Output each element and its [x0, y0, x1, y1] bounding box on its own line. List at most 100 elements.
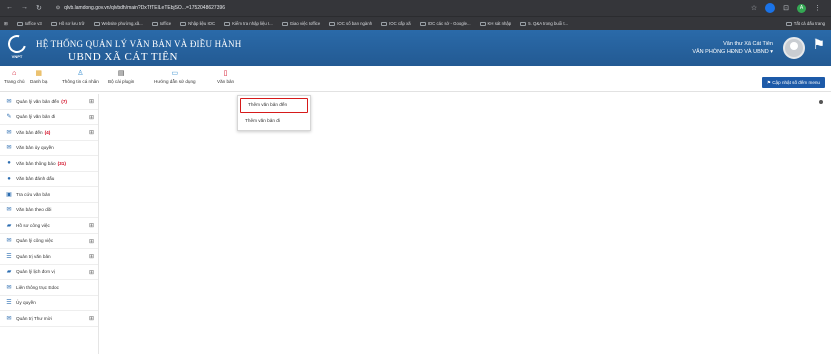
sidebar-item[interactable]: ✉ Quản trị Thư mời ⊞: [0, 311, 98, 327]
address-bar[interactable]: ⊙ qlvb.lamdong.gov.vn/qlvbdh/main?DxTfTE…: [56, 5, 225, 11]
bookmarks-bar: ⊞ Ioffice v3 Hồ sơ lưu trữ Website phườn…: [0, 16, 831, 30]
contacts-icon: ▦: [35, 70, 42, 77]
book-icon: ▰: [6, 269, 12, 276]
folder-icon: [16, 21, 23, 26]
update-counter-button[interactable]: ⚑ Cập nhật số đếm menu: [761, 77, 825, 88]
add-incoming-document[interactable]: Thêm văn bản đến: [240, 98, 308, 113]
sidebar-item-label: Văn bản đến: [16, 129, 43, 135]
expand-icon[interactable]: ⊞: [89, 238, 94, 245]
list-icon: ☰: [6, 300, 12, 307]
sidebar-item-label: Quản trị Thư mời: [16, 315, 52, 321]
sidebar-item[interactable]: ✉ Văn bản ủy quyền: [0, 141, 98, 156]
site-info-icon[interactable]: ⊙: [56, 5, 60, 11]
user-name: Văn thư Xã Cát Tiên: [723, 41, 773, 47]
bookmark-item[interactable]: Ioffice v3: [16, 21, 42, 26]
sidebar-item-label: Văn bản ủy quyền: [16, 145, 54, 151]
expand-icon[interactable]: ⊞: [89, 98, 94, 105]
star-icon[interactable]: ☆: [751, 4, 757, 12]
folder-icon: [93, 21, 100, 26]
sidebar-item-label: Văn bản theo dõi: [16, 207, 52, 213]
account-icon[interactable]: A: [797, 3, 806, 13]
folder-icon: [180, 21, 187, 26]
sidebar-item[interactable]: ✉ Quản lý công việc ⊞: [0, 234, 98, 249]
browser-toolbar: ← → ↻ ⊙ qlvb.lamdong.gov.vn/qlvbdh/main?…: [0, 0, 831, 16]
sidebar-item-label: Liên thông trục Edoc: [16, 284, 59, 290]
sidebar-item[interactable]: ☰ Ủy quyền: [0, 296, 98, 311]
settings-knob[interactable]: [819, 100, 823, 104]
sidebar-item-count: (7): [61, 98, 67, 104]
sidebar-item[interactable]: ✉ Liên thông trục Edoc: [0, 280, 98, 296]
list-icon: ☰: [6, 253, 12, 260]
extensions-icon[interactable]: ⊡: [783, 4, 789, 12]
expand-icon[interactable]: ⊞: [89, 269, 94, 276]
expand-icon[interactable]: ⊞: [89, 315, 94, 322]
sidebar-item-label: Ủy quyền: [16, 300, 36, 306]
folder-icon: [151, 21, 158, 26]
inbox-icon: ✉: [6, 238, 12, 245]
sidebar-item-count: (4): [44, 129, 51, 135]
toolbar-profile[interactable]: ♙ Thông tin cá nhân: [62, 69, 99, 84]
all-bookmarks[interactable]: Tất cả dấu trang: [785, 21, 831, 26]
add-outgoing-document[interactable]: Thêm văn bản đi: [238, 113, 310, 128]
bookmark-item[interactable]: 5. Q&A trong buổi t...: [520, 21, 568, 26]
toolbar-contacts[interactable]: ▦ Danh bạ: [30, 69, 47, 84]
sidebar-item[interactable]: ✎ Quản lý văn bản đi ⊞: [0, 110, 98, 125]
sidebar-item[interactable]: ● Văn bản đánh dấu: [0, 172, 98, 187]
menu-icon[interactable]: ⋮: [814, 4, 821, 12]
expand-icon[interactable]: ⊞: [89, 114, 94, 121]
folder-icon: [224, 21, 231, 26]
sidebar-item-label: Quản lý lịch đơn vị: [16, 269, 55, 275]
inbox-icon: ✉: [6, 284, 12, 291]
calendar-icon: ▤: [117, 70, 125, 77]
bookmark-item[interactable]: Ioffice: [151, 21, 171, 26]
avatar[interactable]: [783, 37, 805, 59]
user-info[interactable]: Văn thư Xã Cát Tiên VĂN PHÒNG HĐND VÀ UB…: [692, 40, 773, 56]
bookmark-item[interactable]: KH sát nhập: [479, 21, 511, 26]
sidebar-item[interactable]: ▰ Quản lý lịch đơn vị ⊞: [0, 265, 98, 280]
url-text: qlvb.lamdong.gov.vn/qlvbdh/main?DxTfTElL…: [64, 5, 226, 11]
reload-icon[interactable]: ↻: [36, 4, 42, 12]
bookmark-item[interactable]: Nhập liệu IOC: [180, 21, 215, 26]
toolbar-help[interactable]: ▭ Hướng dẫn sử dụng: [154, 69, 196, 84]
sidebar-item-label: Tra cứu văn bản: [16, 191, 51, 197]
image-icon: ▣: [6, 191, 12, 198]
bookmark-item[interactable]: Giao việc Ioffice: [281, 21, 320, 26]
sidebar-item-label: Văn bản đánh dấu: [16, 176, 55, 182]
folder-icon: [50, 21, 57, 26]
info-icon: ●: [7, 175, 11, 182]
user-department[interactable]: VĂN PHÒNG HĐND VÀ UBND ▾: [692, 48, 773, 56]
sidebar-item[interactable]: ☰ Quản trị văn bản ⊞: [0, 249, 98, 265]
bookmark-item[interactable]: IOC số ban ngành: [329, 21, 372, 26]
folder-icon: [281, 21, 288, 26]
home-icon: ⌂: [12, 70, 17, 77]
inbox-icon: ✉: [6, 207, 12, 214]
toolbar-plugin[interactable]: ▤ Bộ cài plugin: [108, 69, 134, 84]
bookmark-item[interactable]: Kiểm tra nhập liệu I...: [224, 21, 273, 26]
sidebar-item-label: Quản lý công việc: [16, 238, 54, 244]
bookmark-item[interactable]: IOC các sở - Google...: [419, 21, 471, 26]
sidebar-item[interactable]: ▣ Tra cứu văn bản: [0, 187, 98, 203]
bookmark-item[interactable]: Website phường,xã...: [93, 21, 143, 26]
flag-icon: ⚑: [812, 36, 825, 52]
folder-icon: [419, 21, 426, 26]
toolbar-home[interactable]: ⌂ Trang chủ: [4, 69, 25, 84]
inbox-icon: ✉: [6, 145, 12, 152]
sidebar-item[interactable]: ● Văn bản thông báo (31): [0, 156, 98, 172]
apps-icon[interactable]: ⊞: [4, 21, 8, 27]
expand-icon[interactable]: ⊞: [89, 129, 94, 136]
sidebar-item[interactable]: ▰ Hồ sơ công việc ⊞: [0, 218, 98, 234]
sidebar-item[interactable]: ✉ Văn bản theo dõi: [0, 203, 98, 218]
back-icon[interactable]: ←: [6, 4, 13, 12]
expand-icon[interactable]: ⊞: [89, 253, 94, 260]
forward-icon[interactable]: →: [21, 4, 28, 12]
bookmark-item[interactable]: IOC cấp xã: [381, 21, 411, 26]
toolbar-documents[interactable]: ▯ Văn bản: [217, 69, 234, 84]
profile-icon[interactable]: [765, 3, 776, 13]
bookmark-item[interactable]: Hồ sơ lưu trữ: [50, 21, 85, 26]
info-icon: ●: [7, 160, 11, 167]
sidebar-item[interactable]: ✉ Quản lý văn bản đến (7) ⊞: [0, 94, 98, 110]
expand-icon[interactable]: ⊞: [89, 222, 94, 229]
sidebar-item[interactable]: ✉ Văn bản đến (4) ⊞: [0, 125, 98, 141]
inbox-icon: ✉: [6, 98, 12, 105]
org-title: UBND XÃ CÁT TIÊN: [68, 51, 178, 63]
